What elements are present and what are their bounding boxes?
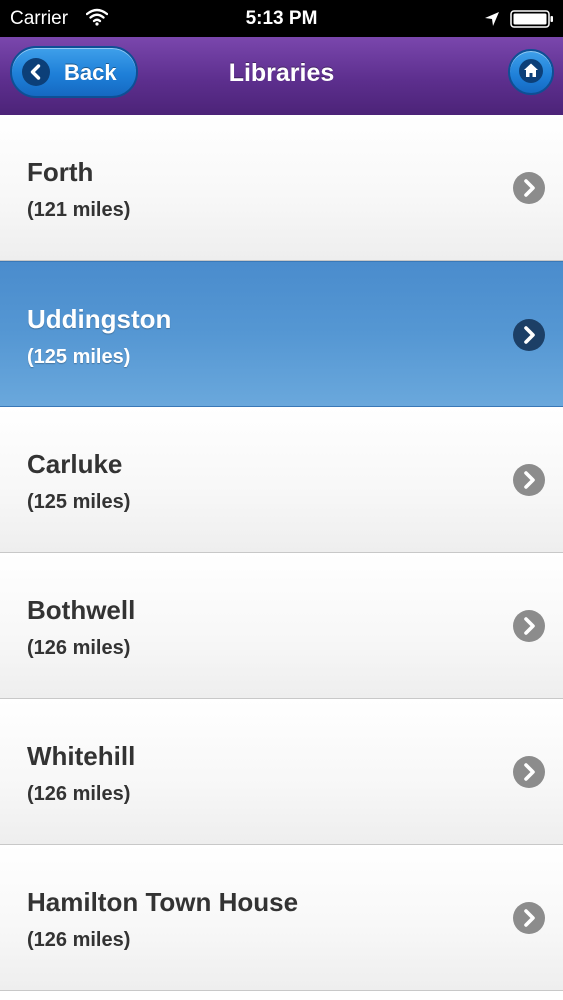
chevron-right-icon (513, 756, 545, 788)
library-distance: (126 miles) (27, 929, 131, 951)
library-distance: (121 miles) (27, 199, 131, 221)
list-item[interactable]: Whitehill (126 miles) (0, 699, 563, 845)
list-item[interactable]: Hamilton Town House (126 miles) (0, 845, 563, 991)
list-item[interactable]: Forth (121 miles) (0, 115, 563, 261)
home-icon (519, 59, 543, 83)
library-distance: (126 miles) (27, 783, 131, 805)
chevron-right-icon (513, 172, 545, 204)
list-item[interactable]: Uddingston (125 miles) (0, 261, 563, 407)
battery-icon (510, 10, 554, 28)
chevron-right-icon (513, 902, 545, 934)
chevron-right-icon (513, 464, 545, 496)
page-title: Libraries (228, 59, 335, 87)
library-distance: (125 miles) (27, 491, 131, 513)
library-name: Hamilton Town House (27, 887, 299, 917)
status-time: 5:13 PM (245, 8, 318, 29)
chevron-right-icon (513, 319, 545, 351)
library-name: Whitehill (27, 741, 136, 771)
library-distance: (126 miles) (27, 637, 131, 659)
chevron-right-icon (513, 610, 545, 642)
home-button[interactable] (508, 49, 554, 95)
list-item[interactable]: Carluke (125 miles) (0, 407, 563, 553)
library-distance: (125 miles) (27, 346, 131, 368)
library-list: Forth (121 miles) Uddingston (125 miles) Car… (0, 115, 563, 991)
status-bar: Carrier 5:13 PM (0, 0, 563, 37)
library-name: Carluke (27, 449, 123, 479)
library-name: Forth (27, 157, 94, 187)
library-name: Bothwell (27, 595, 136, 625)
list-item[interactable]: Bothwell (126 miles) (0, 553, 563, 699)
library-name: Uddingston (27, 304, 172, 334)
location-icon (484, 11, 500, 27)
nav-bar: Back Libraries (0, 37, 563, 116)
